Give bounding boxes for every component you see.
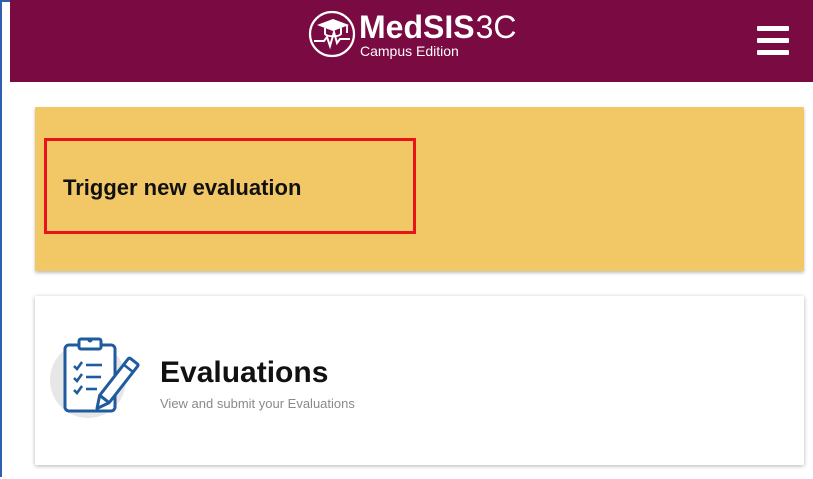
hamburger-menu-icon[interactable] bbox=[757, 25, 789, 57]
brand-subtitle: Campus Edition bbox=[360, 43, 459, 59]
menu-bar-middle bbox=[757, 38, 789, 43]
menu-bar-bottom bbox=[757, 50, 789, 55]
brand: MedSIS3C Campus Edition bbox=[359, 10, 516, 62]
brand-main: MedSIS bbox=[359, 9, 475, 45]
clipboard-checklist-pencil-icon bbox=[63, 337, 140, 413]
medsis-logo-icon bbox=[308, 10, 356, 58]
brand-suffix: 3C bbox=[475, 9, 517, 45]
evaluations-title[interactable]: Evaluations bbox=[160, 356, 328, 390]
trigger-evaluation-label[interactable]: Trigger new evaluation bbox=[63, 175, 301, 201]
menu-bar-top bbox=[757, 26, 789, 31]
evaluations-subtitle: View and submit your Evaluations bbox=[160, 396, 355, 411]
